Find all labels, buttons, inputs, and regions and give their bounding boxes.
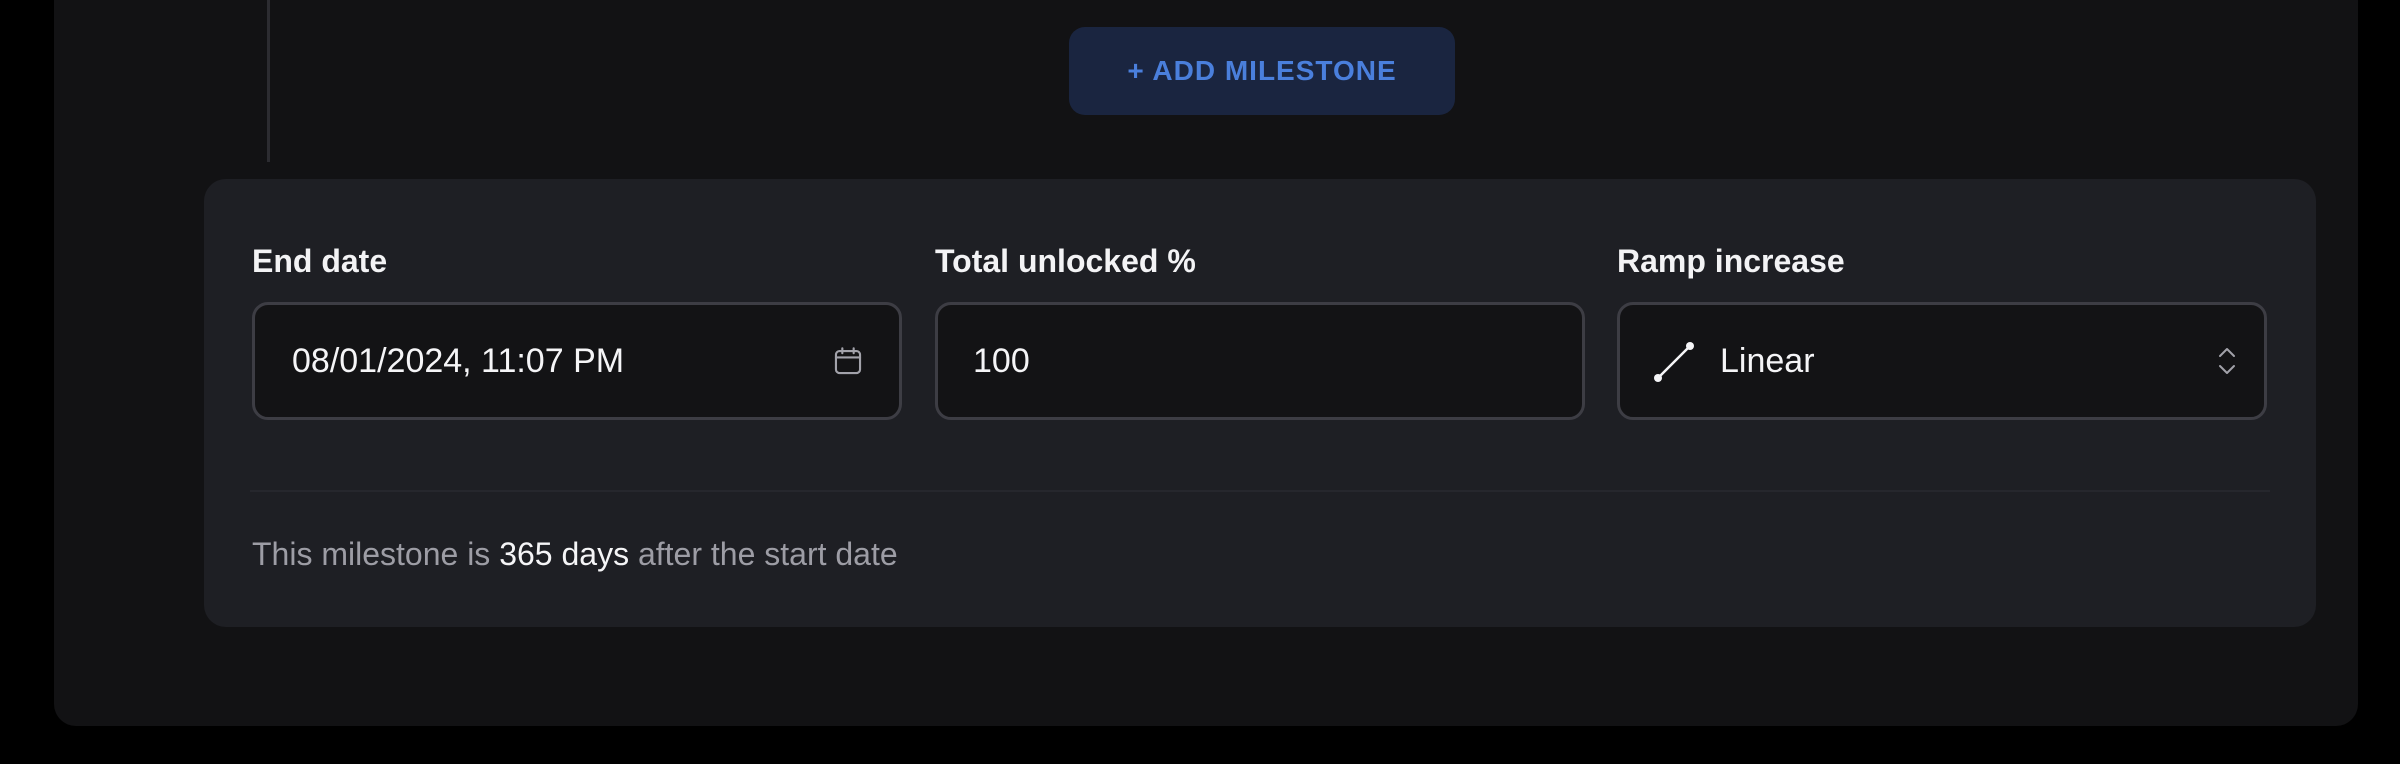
end-date-value: 08/01/2024, 11:07 PM xyxy=(292,341,625,380)
note-suffix: after the start date xyxy=(637,536,898,572)
chevron-up-down-icon xyxy=(2216,344,2238,378)
end-date-label: End date xyxy=(252,243,388,279)
end-date-input[interactable]: 08/01/2024, 11:07 PM xyxy=(252,302,902,420)
total-unlocked-value: 100 xyxy=(973,341,1030,380)
ramp-increase-select[interactable]: Linear xyxy=(1617,302,2267,420)
card-divider xyxy=(250,490,2270,492)
total-unlocked-label: Total unlocked % xyxy=(935,243,1196,279)
ramp-increase-value: Linear xyxy=(1720,341,1815,380)
add-milestone-button[interactable]: + ADD MILESTONE xyxy=(1069,27,1455,115)
milestone-card: End date 08/01/2024, 11:07 PM Total unlo… xyxy=(204,179,2316,627)
calendar-icon[interactable] xyxy=(831,344,865,378)
note-prefix: This milestone is xyxy=(252,536,491,572)
note-days: 365 days xyxy=(499,536,630,572)
timeline-connector xyxy=(267,0,270,162)
vesting-schedule-panel: + ADD MILESTONE End date 08/01/2024, 11:… xyxy=(54,0,2358,726)
linear-ramp-icon xyxy=(1652,338,1698,384)
ramp-increase-label: Ramp increase xyxy=(1617,243,1845,279)
milestone-offset-note: This milestone is 365 days after the sta… xyxy=(252,536,898,573)
total-unlocked-input[interactable]: 100 xyxy=(935,302,1585,420)
